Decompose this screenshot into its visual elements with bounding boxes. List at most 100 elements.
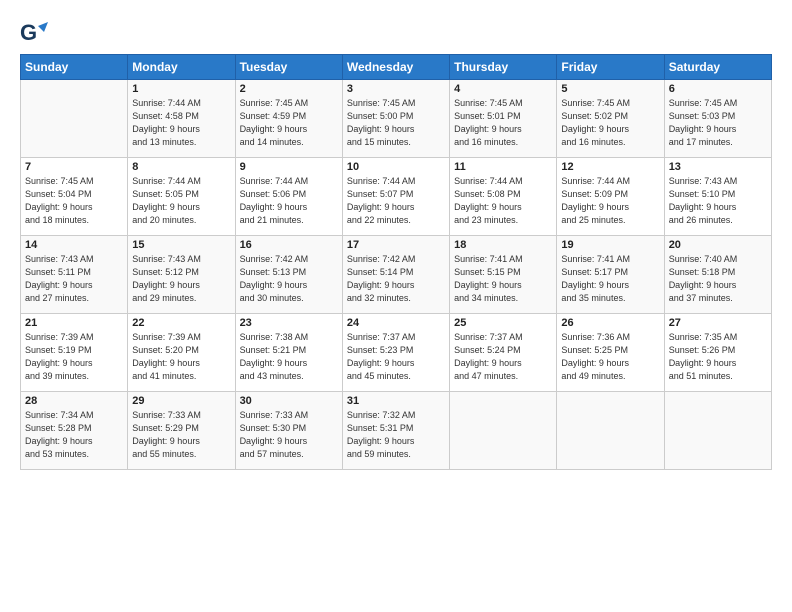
- day-info: Sunrise: 7:41 AM Sunset: 5:17 PM Dayligh…: [561, 253, 659, 305]
- calendar-cell: [450, 392, 557, 470]
- day-number: 29: [132, 395, 230, 407]
- day-number: 25: [454, 317, 552, 329]
- logo: G: [20, 18, 52, 48]
- calendar-cell: 26Sunrise: 7:36 AM Sunset: 5:25 PM Dayli…: [557, 314, 664, 392]
- day-info: Sunrise: 7:45 AM Sunset: 5:01 PM Dayligh…: [454, 97, 552, 149]
- day-number: 3: [347, 83, 445, 95]
- day-info: Sunrise: 7:33 AM Sunset: 5:30 PM Dayligh…: [240, 409, 338, 461]
- day-info: Sunrise: 7:45 AM Sunset: 5:03 PM Dayligh…: [669, 97, 767, 149]
- calendar-cell: 3 Sunrise: 7:45 AM Sunset: 5:00 PM Daylig…: [342, 80, 449, 158]
- calendar-week-row-5: 28 Sunrise: 7:34 AM Sunset: 5:28 PM Dayli…: [21, 392, 772, 470]
- calendar-cell: 28 Sunrise: 7:34 AM Sunset: 5:28 PM Dayli…: [21, 392, 128, 470]
- calendar-cell: 14 Sunrise: 7:43 AM Sunset: 5:11 PM Dayli…: [21, 236, 128, 314]
- weekday-header-row: SundayMondayTuesdayWednesdayThursdayFrid…: [21, 55, 772, 80]
- day-number: 5: [561, 83, 659, 95]
- calendar-cell: 29 Sunrise: 7:33 AM Sunset: 5:29 PM Dayli…: [128, 392, 235, 470]
- calendar-table: SundayMondayTuesdayWednesdayThursdayFrid…: [20, 54, 772, 470]
- calendar-cell: 17 Sunrise: 7:42 AM Sunset: 5:14 PM Dayli…: [342, 236, 449, 314]
- day-info: Sunrise: 7:44 AM Sunset: 5:06 PM Dayligh…: [240, 175, 338, 227]
- calendar-week-row-2: 7Sunrise: 7:45 AM Sunset: 5:04 PM Daylig…: [21, 158, 772, 236]
- weekday-header-thursday: Thursday: [450, 55, 557, 80]
- day-info: Sunrise: 7:34 AM Sunset: 5:28 PM Dayligh…: [25, 409, 123, 461]
- header: G: [20, 18, 772, 48]
- calendar-cell: 22 Sunrise: 7:39 AM Sunset: 5:20 PM Dayli…: [128, 314, 235, 392]
- calendar-cell: 20Sunrise: 7:40 AM Sunset: 5:18 PM Dayli…: [664, 236, 771, 314]
- day-info: Sunrise: 7:35 AM Sunset: 5:26 PM Dayligh…: [669, 331, 767, 383]
- day-info: Sunrise: 7:43 AM Sunset: 5:11 PM Dayligh…: [25, 253, 123, 305]
- weekday-header-wednesday: Wednesday: [342, 55, 449, 80]
- day-info: Sunrise: 7:39 AM Sunset: 5:19 PM Dayligh…: [25, 331, 123, 383]
- day-info: Sunrise: 7:42 AM Sunset: 5:13 PM Dayligh…: [240, 253, 338, 305]
- calendar-cell: 8 Sunrise: 7:44 AM Sunset: 5:05 PM Daylig…: [128, 158, 235, 236]
- day-number: 11: [454, 161, 552, 173]
- calendar-cell: 21 Sunrise: 7:39 AM Sunset: 5:19 PM Dayli…: [21, 314, 128, 392]
- day-info: Sunrise: 7:44 AM Sunset: 5:09 PM Dayligh…: [561, 175, 659, 227]
- day-number: 9: [240, 161, 338, 173]
- day-number: 24: [347, 317, 445, 329]
- calendar-cell: 1 Sunrise: 7:44 AM Sunset: 4:58 PM Daylig…: [128, 80, 235, 158]
- calendar-page: G SundayMondayTuesdayWednesdayThursdayFr…: [0, 0, 792, 480]
- day-info: Sunrise: 7:38 AM Sunset: 5:21 PM Dayligh…: [240, 331, 338, 383]
- day-info: Sunrise: 7:36 AM Sunset: 5:25 PM Dayligh…: [561, 331, 659, 383]
- day-number: 13: [669, 161, 767, 173]
- day-number: 4: [454, 83, 552, 95]
- calendar-cell: 9 Sunrise: 7:44 AM Sunset: 5:06 PM Daylig…: [235, 158, 342, 236]
- day-info: Sunrise: 7:43 AM Sunset: 5:12 PM Dayligh…: [132, 253, 230, 305]
- day-info: Sunrise: 7:32 AM Sunset: 5:31 PM Dayligh…: [347, 409, 445, 461]
- calendar-cell: 27 Sunrise: 7:35 AM Sunset: 5:26 PM Dayli…: [664, 314, 771, 392]
- day-info: Sunrise: 7:39 AM Sunset: 5:20 PM Dayligh…: [132, 331, 230, 383]
- calendar-cell: [21, 80, 128, 158]
- calendar-cell: 12 Sunrise: 7:44 AM Sunset: 5:09 PM Dayli…: [557, 158, 664, 236]
- weekday-header-monday: Monday: [128, 55, 235, 80]
- day-number: 23: [240, 317, 338, 329]
- calendar-week-row-4: 21 Sunrise: 7:39 AM Sunset: 5:19 PM Dayli…: [21, 314, 772, 392]
- day-info: Sunrise: 7:45 AM Sunset: 5:02 PM Dayligh…: [561, 97, 659, 149]
- weekday-header-sunday: Sunday: [21, 55, 128, 80]
- day-number: 8: [132, 161, 230, 173]
- svg-text:G: G: [20, 20, 37, 45]
- calendar-cell: 23 Sunrise: 7:38 AM Sunset: 5:21 PM Dayli…: [235, 314, 342, 392]
- weekday-header-saturday: Saturday: [664, 55, 771, 80]
- day-number: 27: [669, 317, 767, 329]
- day-number: 10: [347, 161, 445, 173]
- calendar-week-row-3: 14 Sunrise: 7:43 AM Sunset: 5:11 PM Dayli…: [21, 236, 772, 314]
- day-number: 28: [25, 395, 123, 407]
- logo-icon: G: [20, 18, 50, 48]
- calendar-cell: [664, 392, 771, 470]
- calendar-cell: 11Sunrise: 7:44 AM Sunset: 5:08 PM Dayli…: [450, 158, 557, 236]
- day-info: Sunrise: 7:33 AM Sunset: 5:29 PM Dayligh…: [132, 409, 230, 461]
- weekday-header-tuesday: Tuesday: [235, 55, 342, 80]
- calendar-cell: 4 Sunrise: 7:45 AM Sunset: 5:01 PM Daylig…: [450, 80, 557, 158]
- day-number: 12: [561, 161, 659, 173]
- calendar-cell: 7Sunrise: 7:45 AM Sunset: 5:04 PM Daylig…: [21, 158, 128, 236]
- day-number: 21: [25, 317, 123, 329]
- calendar-cell: 25Sunrise: 7:37 AM Sunset: 5:24 PM Dayli…: [450, 314, 557, 392]
- day-info: Sunrise: 7:44 AM Sunset: 5:05 PM Dayligh…: [132, 175, 230, 227]
- calendar-cell: [557, 392, 664, 470]
- calendar-cell: 19 Sunrise: 7:41 AM Sunset: 5:17 PM Dayli…: [557, 236, 664, 314]
- day-number: 14: [25, 239, 123, 251]
- calendar-cell: 31 Sunrise: 7:32 AM Sunset: 5:31 PM Dayli…: [342, 392, 449, 470]
- day-number: 22: [132, 317, 230, 329]
- calendar-cell: 30Sunrise: 7:33 AM Sunset: 5:30 PM Dayli…: [235, 392, 342, 470]
- day-number: 1: [132, 83, 230, 95]
- day-info: Sunrise: 7:37 AM Sunset: 5:23 PM Dayligh…: [347, 331, 445, 383]
- day-number: 31: [347, 395, 445, 407]
- day-number: 17: [347, 239, 445, 251]
- calendar-cell: 16Sunrise: 7:42 AM Sunset: 5:13 PM Dayli…: [235, 236, 342, 314]
- day-number: 6: [669, 83, 767, 95]
- day-info: Sunrise: 7:44 AM Sunset: 4:58 PM Dayligh…: [132, 97, 230, 149]
- day-number: 18: [454, 239, 552, 251]
- weekday-header-friday: Friday: [557, 55, 664, 80]
- day-number: 20: [669, 239, 767, 251]
- calendar-cell: 24 Sunrise: 7:37 AM Sunset: 5:23 PM Dayli…: [342, 314, 449, 392]
- calendar-cell: 6 Sunrise: 7:45 AM Sunset: 5:03 PM Daylig…: [664, 80, 771, 158]
- day-info: Sunrise: 7:41 AM Sunset: 5:15 PM Dayligh…: [454, 253, 552, 305]
- day-number: 7: [25, 161, 123, 173]
- day-number: 19: [561, 239, 659, 251]
- day-number: 2: [240, 83, 338, 95]
- day-info: Sunrise: 7:42 AM Sunset: 5:14 PM Dayligh…: [347, 253, 445, 305]
- day-info: Sunrise: 7:45 AM Sunset: 5:00 PM Dayligh…: [347, 97, 445, 149]
- day-info: Sunrise: 7:43 AM Sunset: 5:10 PM Dayligh…: [669, 175, 767, 227]
- calendar-cell: 2Sunrise: 7:45 AM Sunset: 4:59 PM Daylig…: [235, 80, 342, 158]
